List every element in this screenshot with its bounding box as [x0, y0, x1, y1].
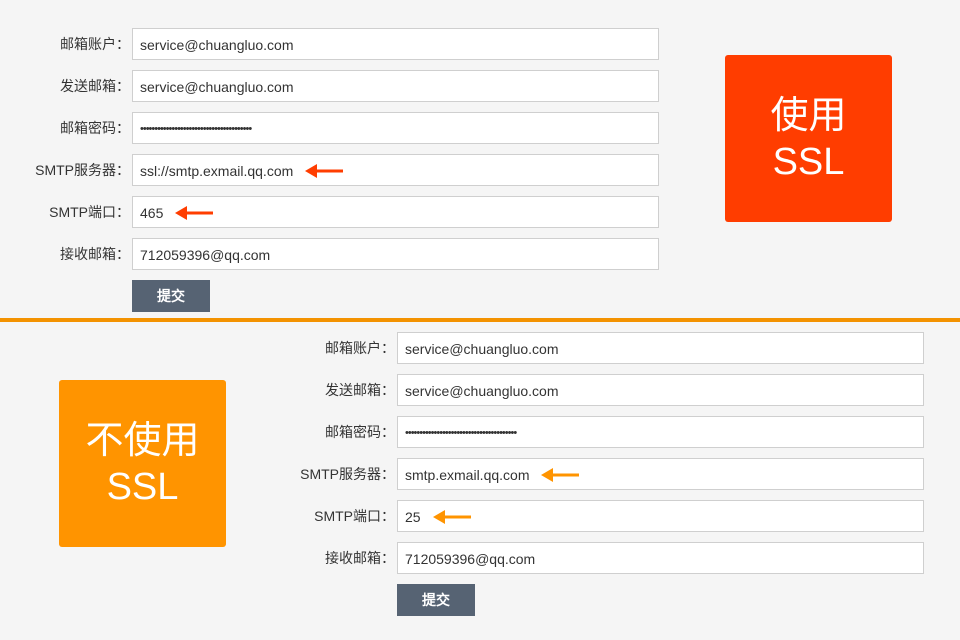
- arrow-left-icon: [541, 468, 580, 483]
- non-ssl-badge: 不使用 SSL: [59, 380, 226, 547]
- receiver-input[interactable]: 712059396@qq.com: [132, 238, 659, 270]
- arrow-left-icon: [432, 510, 471, 525]
- smtp-server-input[interactable]: smtp.exmail.qq.com: [397, 458, 924, 490]
- arrow-left-icon: [305, 164, 344, 179]
- password-input[interactable]: •••••••••••••••••••••••••••••••••••••••: [397, 416, 924, 448]
- field-row-smtp-port: SMTP端口： 465: [0, 196, 660, 228]
- sender-value: service@chuangluo.com: [140, 79, 294, 96]
- receiver-value: 712059396@qq.com: [405, 551, 536, 568]
- field-row-account: 邮箱账户： service@chuangluo.com: [0, 28, 660, 60]
- ssl-badge-line1: 使用: [770, 94, 847, 137]
- account-label: 邮箱账户：: [325, 340, 395, 356]
- receiver-label: 接收邮箱：: [60, 246, 130, 262]
- non-ssl-config-panel: 不使用 SSL 邮箱账户： service@chuangluo.com 发送邮箱…: [0, 322, 960, 640]
- sender-value: service@chuangluo.com: [405, 383, 559, 400]
- smtp-port-value: 25: [405, 509, 421, 526]
- field-row-receiver: 接收邮箱： 712059396@qq.com: [0, 238, 660, 270]
- submit-button[interactable]: 提交: [132, 280, 210, 312]
- account-input[interactable]: service@chuangluo.com: [397, 332, 924, 364]
- field-row-receiver: 接收邮箱： 712059396@qq.com: [265, 542, 925, 574]
- smtp-server-value: ssl://smtp.exmail.qq.com: [140, 163, 294, 180]
- receiver-label: 接收邮箱：: [325, 550, 395, 566]
- account-value: service@chuangluo.com: [405, 341, 559, 358]
- field-row-sender: 发送邮箱： service@chuangluo.com: [265, 374, 925, 406]
- sender-input[interactable]: service@chuangluo.com: [397, 374, 924, 406]
- ssl-badge-line2: SSL: [772, 140, 845, 183]
- smtp-port-label: SMTP端口：: [314, 508, 395, 524]
- arrow-left-icon: [175, 206, 214, 221]
- smtp-server-label: SMTP服务器：: [35, 162, 130, 178]
- field-row-sender: 发送邮箱： service@chuangluo.com: [0, 70, 660, 102]
- submit-button[interactable]: 提交: [397, 584, 475, 616]
- sender-input[interactable]: service@chuangluo.com: [132, 70, 659, 102]
- receiver-input[interactable]: 712059396@qq.com: [397, 542, 924, 574]
- smtp-port-label: SMTP端口：: [49, 204, 130, 220]
- ssl-badge: 使用 SSL: [725, 55, 892, 222]
- smtp-server-value: smtp.exmail.qq.com: [405, 467, 530, 484]
- password-input[interactable]: •••••••••••••••••••••••••••••••••••••••: [132, 112, 659, 144]
- password-value: •••••••••••••••••••••••••••••••••••••••: [405, 427, 517, 440]
- receiver-value: 712059396@qq.com: [140, 247, 271, 264]
- ssl-config-panel: 邮箱账户： service@chuangluo.com 发送邮箱： servic…: [0, 0, 960, 318]
- account-label: 邮箱账户：: [60, 36, 130, 52]
- sender-label: 发送邮箱：: [60, 78, 130, 94]
- field-row-account: 邮箱账户： service@chuangluo.com: [265, 332, 925, 364]
- smtp-port-value: 465: [140, 205, 164, 222]
- smtp-port-input[interactable]: 465: [132, 196, 659, 228]
- non-ssl-badge-line1: 不使用: [85, 419, 200, 462]
- field-row-password: 邮箱密码： ••••••••••••••••••••••••••••••••••…: [0, 112, 660, 144]
- non-ssl-mail-form: 邮箱账户： service@chuangluo.com 发送邮箱： servic…: [265, 332, 925, 616]
- smtp-server-input[interactable]: ssl://smtp.exmail.qq.com: [132, 154, 659, 186]
- field-row-password: 邮箱密码： ••••••••••••••••••••••••••••••••••…: [265, 416, 925, 448]
- account-input[interactable]: service@chuangluo.com: [132, 28, 659, 60]
- password-label: 邮箱密码：: [60, 120, 130, 136]
- smtp-server-label: SMTP服务器：: [300, 466, 395, 482]
- ssl-mail-form: 邮箱账户： service@chuangluo.com 发送邮箱： servic…: [0, 28, 660, 312]
- sender-label: 发送邮箱：: [325, 382, 395, 398]
- field-row-smtp-server: SMTP服务器： ssl://smtp.exmail.qq.com: [0, 154, 660, 186]
- field-row-smtp-server: SMTP服务器： smtp.exmail.qq.com: [265, 458, 925, 490]
- non-ssl-badge-line2: SSL: [106, 465, 179, 508]
- password-value: •••••••••••••••••••••••••••••••••••••••: [140, 123, 252, 136]
- smtp-port-input[interactable]: 25: [397, 500, 924, 532]
- field-row-smtp-port: SMTP端口： 25: [265, 500, 925, 532]
- password-label: 邮箱密码：: [325, 424, 395, 440]
- account-value: service@chuangluo.com: [140, 37, 294, 54]
